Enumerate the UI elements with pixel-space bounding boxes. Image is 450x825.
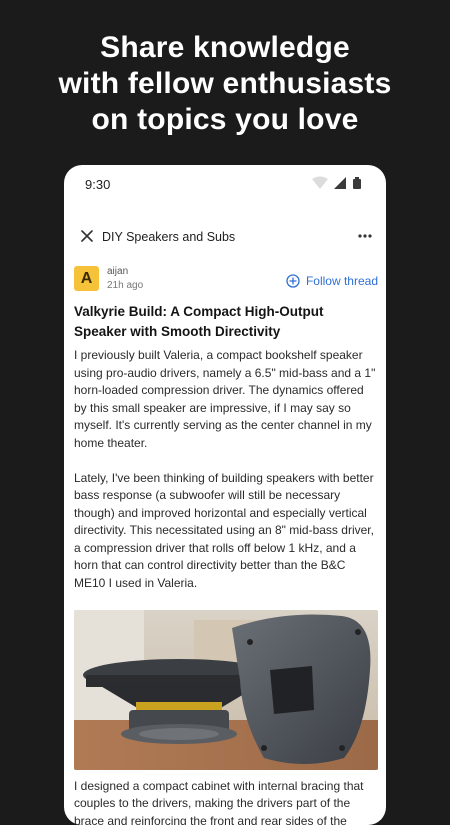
wifi-icon [312, 177, 328, 190]
close-button[interactable] [78, 227, 96, 245]
status-time: 9:30 [85, 177, 110, 192]
post-paragraph-2: Lately, I've been thinking of building s… [74, 470, 378, 593]
post-image[interactable] [74, 610, 378, 770]
post-paragraph-3: I designed a compact cabinet with intern… [74, 778, 378, 825]
more-icon[interactable] [356, 228, 374, 244]
post: A aijan 21h ago Follow thread Valkyrie B… [74, 262, 378, 825]
close-icon [81, 230, 93, 242]
avatar[interactable]: A [74, 266, 99, 291]
post-body: I previously built Valeria, a compact bo… [74, 347, 378, 592]
phone-screen: 9:30 DIY Speakers and Subs [64, 165, 386, 825]
promo-headline: Share knowledge with fellow enthusiasts … [0, 30, 450, 138]
signal-icon [334, 177, 346, 189]
page-title: DIY Speakers and Subs [102, 230, 235, 244]
author-row: A aijan 21h ago Follow thread [74, 262, 378, 296]
author-name[interactable]: aijan [107, 266, 128, 277]
post-time: 21h ago [107, 280, 143, 291]
app-bar: DIY Speakers and Subs [64, 221, 386, 253]
status-icons [308, 176, 368, 190]
speaker-drivers-photo [74, 610, 378, 770]
post-paragraph-1: I previously built Valeria, a compact bo… [74, 347, 378, 452]
follow-thread-button[interactable]: Follow thread [286, 273, 378, 289]
battery-icon [353, 177, 361, 189]
headline-line-2: with fellow enthusiasts [0, 66, 450, 102]
post-title: Valkyrie Build: A Compact High-Output Sp… [74, 302, 378, 341]
status-bar: 9:30 [64, 165, 386, 203]
plus-circle-icon [286, 274, 300, 288]
follow-thread-label: Follow thread [306, 274, 378, 288]
headline-line-3: on topics you love [0, 102, 450, 138]
headline-line-1: Share knowledge [0, 30, 450, 66]
